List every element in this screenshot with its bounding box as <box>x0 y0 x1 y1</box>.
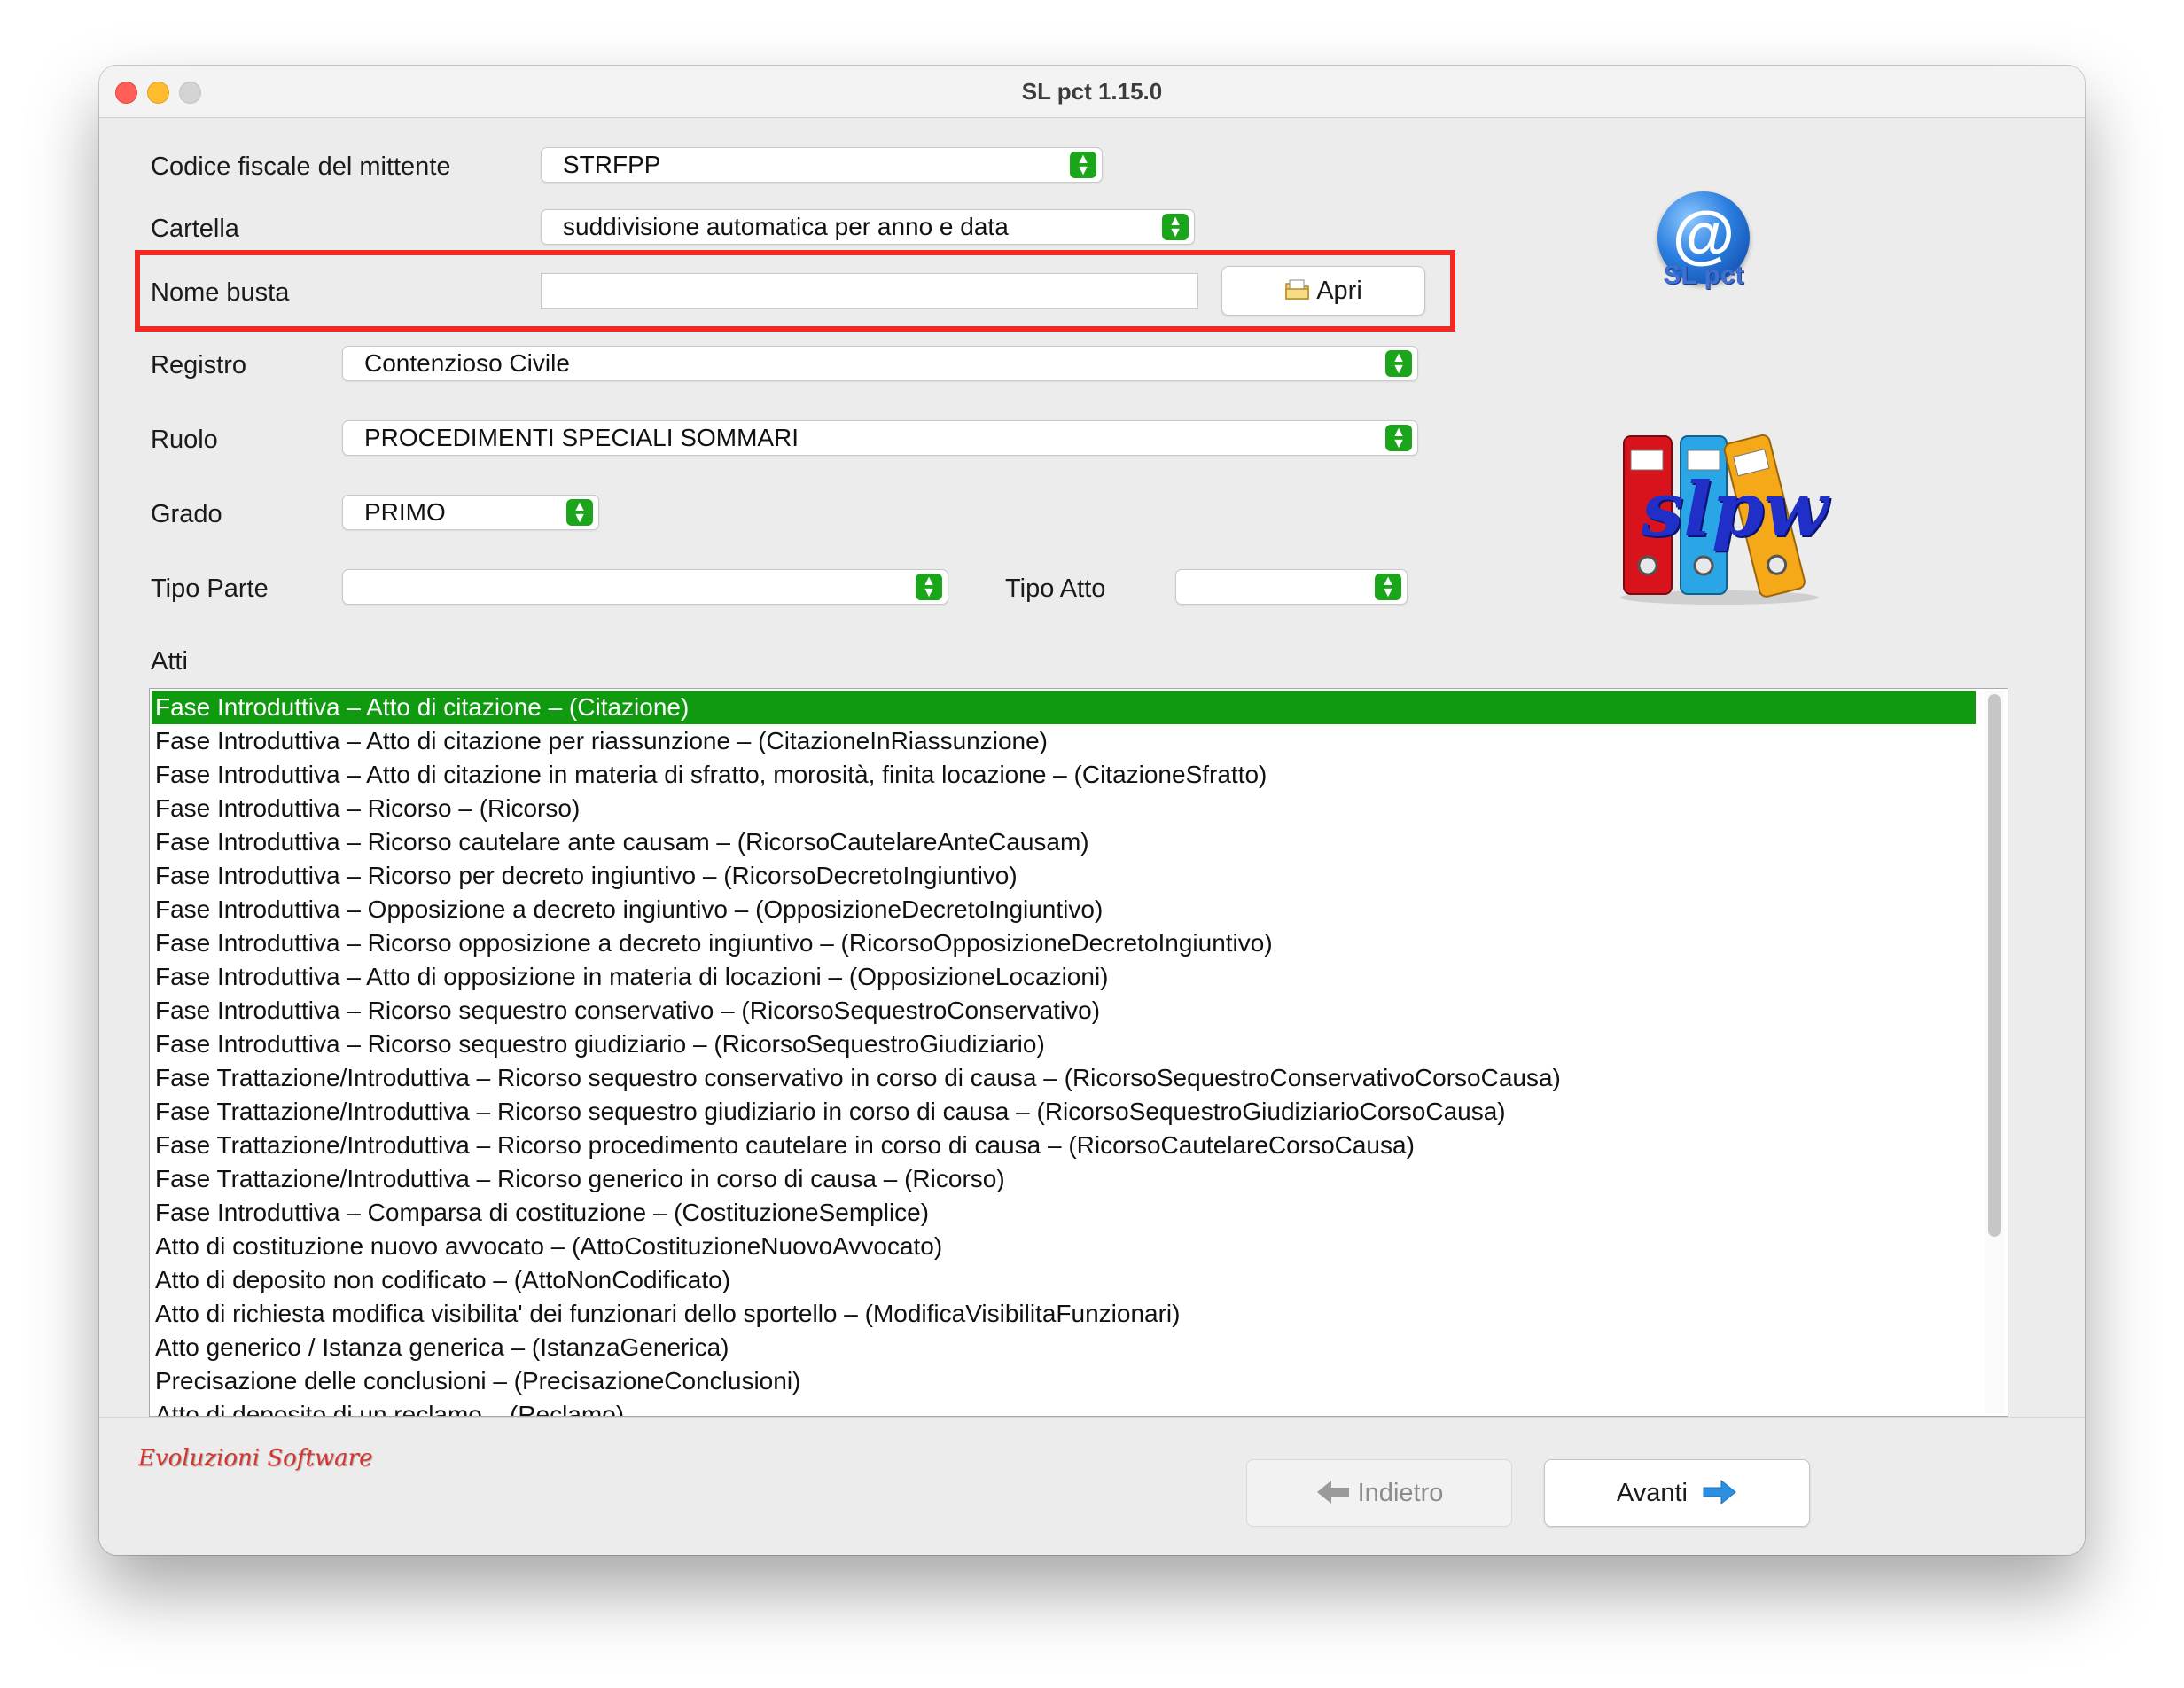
registro-label: Registro <box>151 351 246 379</box>
grado-select[interactable]: PRIMO ▲ ▼ <box>342 495 599 530</box>
atti-list-item[interactable]: Fase Introduttiva – Ricorso opposizione … <box>152 926 1976 960</box>
select-arrows-icon: ▲ ▼ <box>1070 152 1096 178</box>
atti-list-item[interactable]: Atto di deposito di un reclamo – (Reclam… <box>152 1398 1976 1416</box>
select-arrows-icon: ▲ ▼ <box>1162 214 1189 240</box>
ruolo-label: Ruolo <box>151 426 218 454</box>
window-title: SL pct 1.15.0 <box>1021 78 1163 105</box>
codice-fiscale-value: STRFPP <box>563 151 661 178</box>
atti-list-item[interactable]: Fase Trattazione/Introduttiva – Ricorso … <box>152 1095 1976 1129</box>
cartella-label: Cartella <box>151 215 239 243</box>
indietro-button[interactable]: Indietro <box>1246 1459 1512 1527</box>
brand-logo: Evoluzioni Software <box>138 1445 373 1472</box>
slpw-logo: slpw <box>1617 424 1829 608</box>
atti-list[interactable]: Fase Introduttiva – Atto di citazione – … <box>149 688 2008 1417</box>
select-arrows-icon: ▲ ▼ <box>916 574 942 600</box>
atti-scrollbar-thumb[interactable] <box>1988 694 2001 1237</box>
folder-icon <box>1285 279 1309 300</box>
arrow-right-icon <box>1703 1479 1736 1505</box>
tipo-parte-select[interactable]: ▲ ▼ <box>342 569 948 605</box>
codice-fiscale-select[interactable]: STRFPP ▲ ▼ <box>541 147 1103 183</box>
tipo-atto-label: Tipo Atto <box>1005 574 1106 603</box>
atti-list-item[interactable]: Fase Introduttiva – Ricorso – (Ricorso) <box>152 792 1976 825</box>
atti-list-item[interactable]: Fase Introduttiva – Atto di opposizione … <box>152 960 1976 994</box>
atti-list-item[interactable]: Fase Introduttiva – Atto di citazione pe… <box>152 724 1976 758</box>
atti-list-item[interactable]: Fase Introduttiva – Opposizione a decret… <box>152 893 1976 926</box>
atti-list-item[interactable]: Fase Introduttiva – Ricorso sequestro gi… <box>152 1028 1976 1061</box>
atti-list-item[interactable]: Fase Introduttiva – Comparsa di costituz… <box>152 1196 1976 1230</box>
nome-busta-input[interactable] <box>541 273 1198 309</box>
registro-select[interactable]: Contenzioso Civile ▲ ▼ <box>342 346 1418 381</box>
grado-label: Grado <box>151 500 222 528</box>
atti-list-item[interactable]: Precisazione delle conclusioni – (Precis… <box>152 1364 1976 1398</box>
atti-list-item[interactable]: Fase Introduttiva – Ricorso sequestro co… <box>152 994 1976 1028</box>
select-arrows-icon: ▲ ▼ <box>566 499 593 526</box>
ruolo-select[interactable]: PROCEDIMENTI SPECIALI SOMMARI ▲ ▼ <box>342 420 1418 456</box>
atti-list-item[interactable]: Atto generico / Istanza generica – (Ista… <box>152 1331 1976 1364</box>
atti-list-item[interactable]: Atto di costituzione nuovo avvocato – (A… <box>152 1230 1976 1263</box>
slpct-logo: @ SL pct <box>1642 191 1766 298</box>
atti-list-item[interactable]: Fase Introduttiva – Atto di citazione in… <box>152 758 1976 792</box>
slpw-logo-text: slpw <box>1642 465 1829 553</box>
ruolo-value: PROCEDIMENTI SPECIALI SOMMARI <box>364 424 800 451</box>
cartella-select[interactable]: suddivisione automatica per anno e data … <box>541 209 1195 245</box>
atti-list-item[interactable]: Fase Trattazione/Introduttiva – Ricorso … <box>152 1162 1976 1196</box>
avanti-button-label: Avanti <box>1616 1479 1688 1507</box>
atti-label: Atti <box>151 647 188 676</box>
title-bar: SL pct 1.15.0 <box>99 66 2085 118</box>
atti-list-item[interactable]: Fase Introduttiva – Atto di citazione – … <box>152 691 1976 724</box>
apri-button[interactable]: Apri <box>1221 266 1425 316</box>
cartella-value: suddivisione automatica per anno e data <box>563 213 1009 240</box>
select-arrows-icon: ▲ ▼ <box>1385 425 1412 451</box>
avanti-button[interactable]: Avanti <box>1544 1459 1810 1527</box>
atti-list-item[interactable]: Fase Introduttiva – Ricorso per decreto … <box>152 859 1976 893</box>
atti-list-item[interactable]: Atto di deposito non codificato – (AttoN… <box>152 1263 1976 1297</box>
slpct-logo-text: SL pct <box>1663 261 1744 290</box>
arrow-left-icon <box>1316 1481 1349 1504</box>
tipo-atto-select[interactable]: ▲ ▼ <box>1175 569 1408 605</box>
select-arrows-icon: ▲ ▼ <box>1385 350 1412 377</box>
nome-busta-label: Nome busta <box>151 278 290 307</box>
apri-button-label: Apri <box>1316 277 1362 305</box>
atti-list-item[interactable]: Fase Trattazione/Introduttiva – Ricorso … <box>152 1129 1976 1162</box>
indietro-button-label: Indietro <box>1357 1479 1444 1507</box>
codice-fiscale-label: Codice fiscale del mittente <box>151 152 451 181</box>
tipo-parte-label: Tipo Parte <box>151 574 269 603</box>
atti-scrollbar[interactable] <box>1985 691 2004 1414</box>
atti-list-item[interactable]: Atto di richiesta modifica visibilita' d… <box>152 1297 1976 1331</box>
select-arrows-icon: ▲ ▼ <box>1375 574 1401 600</box>
grado-value: PRIMO <box>364 498 446 526</box>
app-window: SL pct 1.15.0 Codice fiscale del mittent… <box>99 66 2085 1555</box>
atti-list-item[interactable]: Fase Trattazione/Introduttiva – Ricorso … <box>152 1061 1976 1095</box>
registro-value: Contenzioso Civile <box>364 349 570 377</box>
atti-list-item[interactable]: Fase Introduttiva – Ricorso cautelare an… <box>152 825 1976 859</box>
